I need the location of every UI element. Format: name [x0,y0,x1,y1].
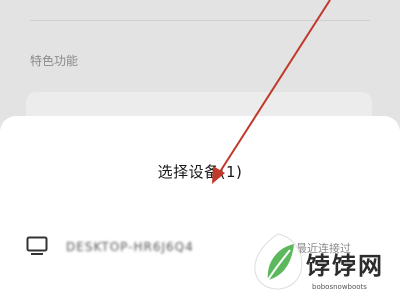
device-name: DESKTOP-HR6J6Q4 [66,240,194,254]
watermark-logo [254,233,303,290]
section-title-features: 特色功能 [30,54,79,68]
sheet-title: 选择设备(1) [157,163,243,181]
watermark-brand: 饽饽网 [306,252,384,280]
watermark-url: bobosnowboots [312,283,367,291]
divider [30,20,370,21]
monitor-icon [26,236,48,255]
